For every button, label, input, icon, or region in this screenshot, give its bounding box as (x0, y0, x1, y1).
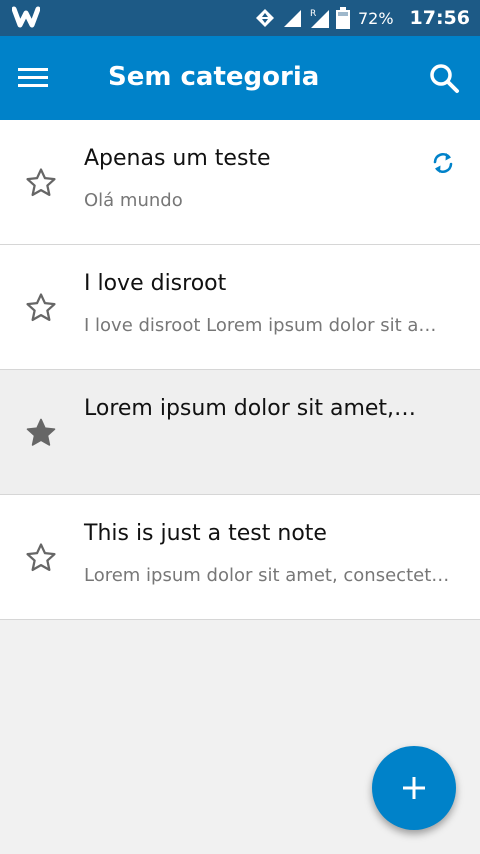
note-item[interactable]: I love disroot I love disroot Lorem ipsu… (0, 245, 480, 370)
favorite-toggle[interactable] (24, 416, 58, 450)
note-title: This is just a test note (84, 521, 327, 546)
data-transfer-icon (255, 9, 274, 27)
page-title: Sem categoria (108, 62, 320, 92)
note-item[interactable]: Apenas um teste Olá mundo (0, 120, 480, 245)
roaming-signal-icon: R (310, 9, 329, 28)
plus-icon (403, 777, 425, 799)
sync-icon (433, 153, 453, 173)
note-excerpt: Olá mundo (84, 190, 183, 211)
add-note-button[interactable] (372, 746, 456, 830)
favorite-toggle[interactable] (24, 166, 58, 200)
status-bar: R 72% 17:56 (0, 0, 480, 36)
hamburger-menu-icon (18, 68, 48, 87)
star-outline-icon (26, 293, 56, 322)
svg-text:R: R (310, 9, 316, 19)
note-item[interactable]: This is just a test note Lorem ipsum dol… (0, 495, 480, 620)
star-outline-icon (26, 543, 56, 572)
clock: 17:56 (409, 7, 470, 29)
favorite-toggle[interactable] (24, 541, 58, 575)
app-bar: Sem categoria (0, 36, 480, 120)
battery-icon (335, 7, 350, 29)
menu-button[interactable] (18, 60, 66, 96)
notes-list: Apenas um teste Olá mundo I love disroot… (0, 120, 480, 620)
note-title: I love disroot (84, 271, 227, 296)
favorite-toggle[interactable] (24, 291, 58, 325)
search-icon (430, 64, 459, 93)
star-filled-icon (26, 418, 56, 446)
note-title: Apenas um teste (84, 146, 271, 171)
note-excerpt: Lorem ipsum dolor sit amet, consectet… (84, 565, 450, 586)
note-item[interactable]: Lorem ipsum dolor sit amet,… (0, 370, 480, 495)
note-title: Lorem ipsum dolor sit amet,… (84, 396, 417, 421)
star-outline-icon (26, 168, 56, 197)
search-button[interactable] (424, 58, 464, 98)
note-excerpt: I love disroot Lorem ipsum dolor sit a… (84, 315, 437, 336)
w-logo-icon (12, 6, 40, 28)
signal-icon (283, 10, 301, 27)
battery-percentage: 72% (357, 8, 394, 28)
